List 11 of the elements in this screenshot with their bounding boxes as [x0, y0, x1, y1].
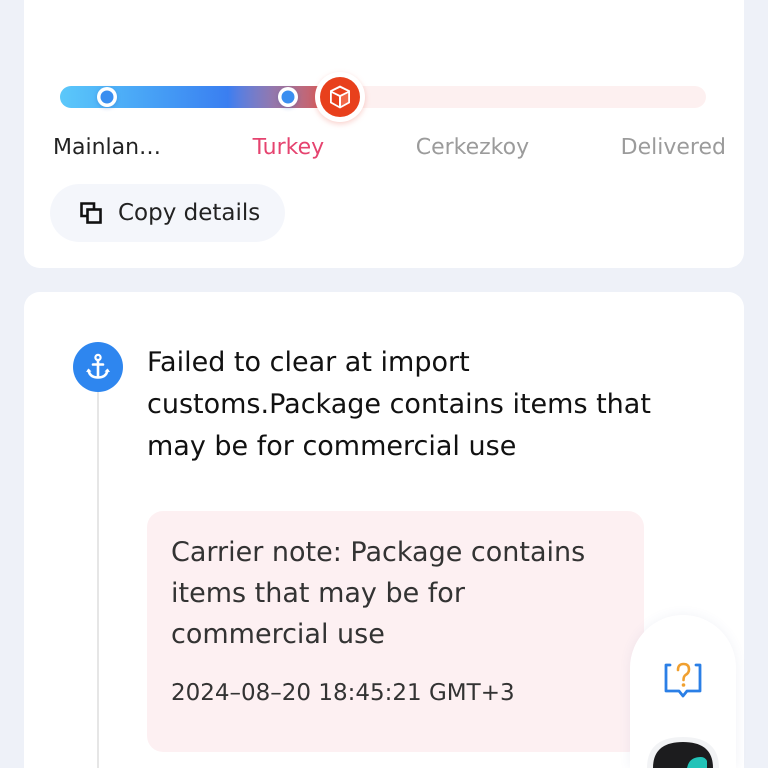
- help-icon[interactable]: [663, 661, 703, 699]
- copy-icon: [80, 202, 102, 224]
- anchor-icon: [73, 342, 123, 392]
- stage-label: Delivered: [620, 134, 726, 162]
- copy-details-button[interactable]: Copy details: [50, 184, 286, 242]
- stage-label: Mainlan…: [53, 134, 162, 162]
- stage-label: Cerkezkoy: [416, 134, 530, 162]
- stage-label: Turkey: [252, 134, 324, 162]
- event-timestamp: 2024–08–20 18:45:21 GMT+3: [171, 679, 515, 708]
- carrier-note-text: Carrier note: Package contains items that may be for commercial use: [171, 536, 586, 652]
- event-title: Failed to clear at import customs.Package contains items that may be for commercial use: [147, 346, 652, 464]
